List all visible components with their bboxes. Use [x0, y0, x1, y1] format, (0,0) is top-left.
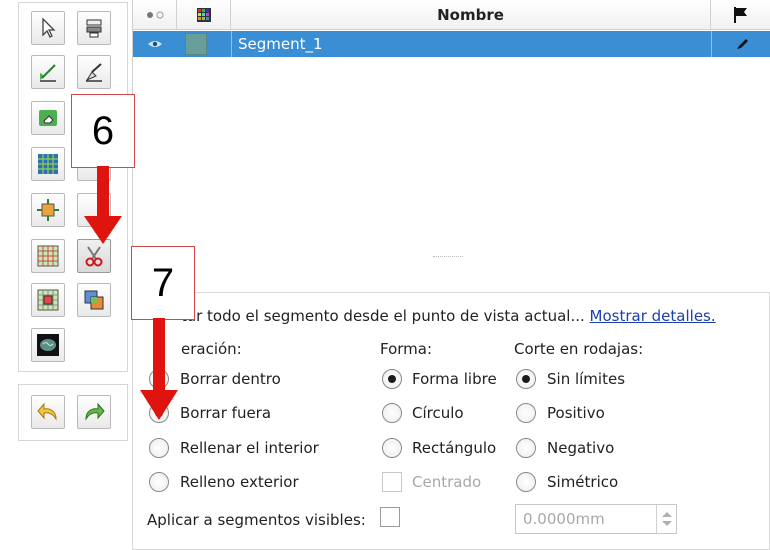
logical-operators-button[interactable] — [77, 283, 111, 317]
table-row[interactable]: Segment_1 — [133, 31, 770, 57]
circulo-radio[interactable] — [382, 403, 402, 423]
centrado-checkbox[interactable] — [382, 472, 402, 492]
scissors-options-panel: tar todo el segmento desde el punto de v… — [132, 292, 770, 550]
name-column-label: Nombre — [437, 6, 504, 24]
scissors-icon — [85, 246, 103, 267]
eye-icon — [148, 41, 162, 47]
relleno-exterior-label[interactable]: Relleno exterior — [180, 473, 299, 491]
segments-table: Nombre Segment_1 — [132, 0, 770, 262]
centrado-label[interactable]: Centrado — [412, 473, 481, 491]
rellenar-interior-label[interactable]: Rellenar el interior — [180, 439, 319, 457]
color-cell[interactable] — [185, 31, 209, 57]
forma-libre-radio[interactable] — [382, 369, 402, 389]
show-details-link[interactable]: Mostrar detalles. — [590, 307, 716, 325]
spin-up-icon[interactable] — [662, 512, 672, 517]
apply-visible-checkbox[interactable] — [380, 507, 400, 527]
name-column-header[interactable]: Nombre — [231, 0, 711, 30]
overlap-squares-icon — [84, 290, 104, 310]
borrar-fuera-label[interactable]: Borrar fuera — [180, 404, 271, 422]
apply-visible-label: Aplicar a segmentos visibles: — [147, 511, 366, 529]
level-tracing-button[interactable] — [31, 147, 65, 181]
simetrico-radio[interactable] — [516, 472, 536, 492]
slice-cut-label: Corte en rodajas: — [514, 340, 644, 358]
draw-tool-button[interactable] — [77, 55, 111, 89]
grid-icon — [38, 154, 58, 174]
positivo-label[interactable]: Positivo — [547, 404, 605, 422]
step-7-callout: 7 — [131, 246, 195, 320]
step-6-callout: 6 — [71, 94, 135, 168]
step-7-arrow-icon — [140, 318, 178, 420]
segment-color-swatch — [185, 33, 207, 55]
select-tool-button[interactable] — [31, 11, 65, 45]
table-header: Nombre — [133, 0, 770, 30]
rectangulo-label[interactable]: Rectángulo — [412, 439, 496, 457]
relleno-exterior-radio[interactable] — [149, 472, 169, 492]
eraser-icon — [39, 110, 57, 126]
islands-tool-button[interactable] — [31, 283, 65, 317]
undo-button[interactable] — [31, 395, 65, 429]
grid-smooth-icon — [37, 245, 59, 267]
shape-label: Forma: — [380, 340, 433, 358]
paint-brush-icon — [40, 64, 56, 82]
pointer-icon — [42, 17, 56, 38]
forma-libre-label[interactable]: Forma libre — [412, 370, 497, 388]
sin-limites-label[interactable]: Sin límites — [547, 370, 625, 388]
pencil-icon — [736, 39, 748, 49]
splitter-handle[interactable] — [433, 256, 463, 259]
target-grid-icon — [37, 289, 59, 311]
status-column-header[interactable] — [711, 0, 770, 30]
slice-thickness-spinbox[interactable]: 0.0000mm — [515, 504, 677, 534]
erase-tool-button[interactable] — [31, 101, 65, 135]
borrar-dentro-label[interactable]: Borrar dentro — [180, 370, 281, 388]
layers-icon — [86, 19, 102, 38]
negativo-label[interactable]: Negativo — [547, 439, 614, 457]
margin-tool-button[interactable] — [31, 193, 65, 227]
pencil-draw-icon — [85, 63, 102, 82]
description-text: tar todo el segmento desde el punto de v… — [181, 307, 585, 325]
spin-buttons[interactable] — [656, 505, 676, 533]
rectangulo-radio[interactable] — [382, 438, 402, 458]
tool-description: tar todo el segmento desde el punto de v… — [181, 307, 716, 325]
visibility-column-header[interactable] — [133, 0, 177, 30]
margin-icon — [37, 199, 59, 221]
paint-tool-button[interactable] — [31, 55, 65, 89]
name-cell[interactable]: Segment_1 — [231, 31, 711, 57]
threshold-tool-button[interactable] — [77, 11, 111, 45]
eye-toggle-icon — [146, 11, 163, 19]
operation-label: eración: — [181, 340, 242, 358]
smoothing-tool-button[interactable] — [31, 239, 65, 273]
visibility-cell[interactable] — [133, 31, 177, 57]
brain-icon — [37, 334, 59, 356]
color-column-header[interactable] — [177, 0, 231, 30]
mask-volume-button[interactable] — [31, 328, 65, 362]
step-6-arrow-icon — [84, 166, 122, 244]
negativo-radio[interactable] — [516, 438, 536, 458]
rellenar-interior-radio[interactable] — [149, 438, 169, 458]
redo-arrow-icon — [85, 402, 105, 421]
sin-limites-radio[interactable] — [516, 369, 536, 389]
segment-name: Segment_1 — [238, 35, 323, 53]
color-grid-icon — [196, 8, 211, 22]
flag-icon — [734, 7, 747, 23]
circulo-label[interactable]: Círculo — [412, 404, 464, 422]
simetrico-label[interactable]: Simétrico — [547, 473, 618, 491]
status-cell[interactable] — [711, 31, 770, 57]
slice-thickness-value: 0.0000mm — [523, 510, 605, 528]
undo-arrow-icon — [37, 402, 57, 421]
redo-button[interactable] — [77, 395, 111, 429]
undo-redo-panel — [18, 384, 128, 441]
positivo-radio[interactable] — [516, 403, 536, 423]
spin-down-icon[interactable] — [662, 521, 672, 526]
